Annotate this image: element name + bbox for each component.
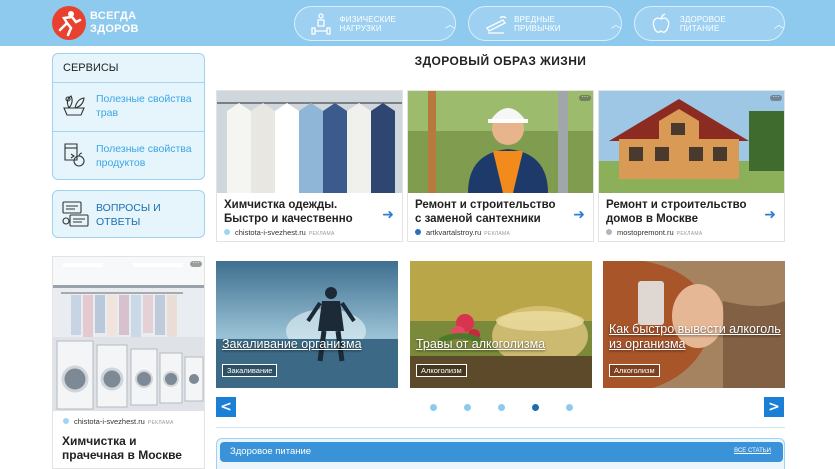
nav-label: ВРЕДНЫЕ ПРИВЫЧКИ — [514, 14, 561, 33]
article-tag[interactable]: Алкоголизм — [416, 364, 467, 377]
shirts-image — [217, 91, 402, 193]
article-caption[interactable]: Закаливание организма — [222, 337, 394, 352]
section-header: Здоровое питание ВСЕ СТАТЬИ — [220, 442, 783, 462]
logo-line-1: ВСЕГДА — [90, 10, 137, 22]
ad-tag: РЕКЛАМА — [676, 231, 703, 237]
slider-next-button[interactable]: > — [764, 397, 784, 417]
dumbbell-icon — [309, 11, 333, 37]
section-healthy-eating: Здоровое питание ВСЕ СТАТЬИ — [216, 438, 785, 469]
slider-dot[interactable] — [464, 404, 471, 411]
favicon-icon — [415, 229, 421, 235]
site-header: ВСЕГДА ЗДОРОВ ФИЗИЧЕСКИЕ НАГРУЗКИ ︿ ВРЕД… — [0, 0, 835, 46]
ad-source: chistota-i-svezhest.ru РЕКЛАМА — [224, 228, 335, 237]
ad-card-dry-cleaning[interactable]: Химчистка одежды. Быстро и качественно ➜… — [216, 90, 403, 242]
sidebar-item-herbs[interactable]: Полезные свойства трав — [53, 84, 204, 132]
favicon-icon — [63, 418, 69, 424]
article-card-herbs-alcoholism[interactable]: Травы от алкоголизма Алкоголизм — [410, 261, 592, 388]
article-card-hardening[interactable]: Закаливание организма Закаливание — [216, 261, 398, 388]
ad-source: artkvartalstroy.ru РЕКЛАМА — [415, 228, 510, 237]
ad-source-domain: chistota-i-svezhest.ru — [74, 417, 145, 426]
ad-tag: РЕКЛАМА — [308, 231, 335, 237]
cigarette-icon — [483, 11, 508, 37]
slider-prev-button[interactable]: < — [216, 397, 236, 417]
favicon-icon — [606, 229, 612, 235]
worker-image: ··· — [408, 91, 593, 193]
nav-bad-habits[interactable]: ВРЕДНЫЕ ПРИВЫЧКИ ︿ — [468, 6, 622, 41]
ad-source-domain: artkvartalstroy.ru — [426, 228, 482, 237]
apple-icon — [649, 11, 674, 37]
divider — [53, 131, 204, 132]
article-tag[interactable]: Закаливание — [222, 364, 278, 377]
ad-source: chistota-i-svezhest.ru РЕКЛАМА — [63, 417, 174, 426]
sidebar-item-label: Полезные свойства продуктов — [96, 143, 192, 169]
chevron-up-icon: ︿ — [774, 20, 784, 31]
article-card-alcohol-removal[interactable]: Как быстро вывести алкоголь из организма… — [603, 261, 785, 388]
arrow-right-icon: ➜ — [764, 207, 776, 223]
qa-label: ВОПРОСЫ И ОТВЕТЫ — [96, 202, 161, 228]
all-articles-link[interactable]: ВСЕ СТАТЬИ — [734, 448, 771, 454]
qa-icon — [61, 200, 91, 228]
section-title: Здоровое питание — [230, 446, 312, 457]
sidebar-ad[interactable]: ··· chistota-i-svezhest.ru РЕКЛАМА Химчис… — [52, 256, 205, 469]
ad-tag: РЕКЛАМА — [147, 420, 174, 426]
herbs-icon — [61, 90, 87, 118]
ad-title: Химчистка одежды. Быстро и качественно — [224, 199, 353, 225]
ad-tag: РЕКЛАМА — [484, 231, 511, 237]
article-caption[interactable]: Травы от алкоголизма — [416, 337, 588, 352]
article-caption[interactable]: Как быстро вывести алкоголь из организма — [609, 322, 781, 352]
ad-title: Химчистка и прачечная в Москве — [62, 434, 182, 462]
slider-dot[interactable] — [498, 404, 505, 411]
slider-dot[interactable] — [566, 404, 573, 411]
chevron-up-icon: ︿ — [611, 20, 621, 31]
article-tag[interactable]: Алкоголизм — [609, 364, 660, 377]
services-title: СЕРВИСЫ — [63, 62, 119, 74]
ad-source-domain: mostopremont.ru — [617, 228, 674, 237]
logo-text: ВСЕГДА ЗДОРОВ — [90, 10, 150, 36]
nav-physical-activity[interactable]: ФИЗИЧЕСКИЕ НАГРУЗКИ ︿ — [294, 6, 456, 41]
slider-dot[interactable] — [430, 404, 437, 411]
ad-title: Ремонт и строительство с заменой сантехн… — [415, 199, 556, 225]
products-icon — [61, 140, 87, 168]
ad-source-domain: chistota-i-svezhest.ru — [235, 228, 306, 237]
sidebar-item-label: Полезные свойства трав — [96, 93, 192, 119]
ad-title: Ремонт и строительство домов в Москве — [606, 199, 747, 225]
divider — [216, 427, 785, 428]
arrow-right-icon: ➜ — [382, 207, 394, 223]
divider — [53, 82, 204, 83]
more-options-icon[interactable]: ··· — [770, 94, 782, 101]
chevron-up-icon: ︿ — [445, 20, 455, 31]
qa-button[interactable]: ВОПРОСЫ И ОТВЕТЫ — [52, 190, 205, 238]
ad-card-plumbing[interactable]: ··· Ремонт и строительство с заменой сан… — [407, 90, 594, 242]
sidebar-item-products[interactable]: Полезные свойства продуктов — [53, 134, 204, 182]
site-logo[interactable]: ВСЕГДА ЗДОРОВ — [52, 6, 142, 40]
ad-source: mostopremont.ru РЕКЛАМА — [606, 228, 703, 237]
nav-label: ФИЗИЧЕСКИЕ НАГРУЗКИ — [339, 14, 397, 33]
favicon-icon — [224, 229, 230, 235]
more-options-icon[interactable]: ··· — [579, 94, 591, 101]
more-options-icon[interactable]: ··· — [190, 260, 202, 267]
slider-dot[interactable] — [532, 404, 539, 411]
services-panel: СЕРВИСЫ Полезные свойства трав Полезные … — [52, 53, 205, 180]
logo-line-2: ЗДОРОВ — [90, 23, 139, 35]
nav-healthy-eating[interactable]: ЗДОРОВОЕ ПИТАНИЕ ︿ — [634, 6, 785, 41]
arrow-right-icon: ➜ — [573, 207, 585, 223]
nav-label: ЗДОРОВОЕ ПИТАНИЕ — [679, 14, 726, 33]
logo-runner-icon — [52, 6, 86, 40]
ad-card-house-building[interactable]: ··· Ремонт и строительство домов в Москв… — [598, 90, 785, 242]
laundry-image: ··· — [53, 257, 204, 411]
house-image: ··· — [599, 91, 784, 193]
page-title: ЗДОРОВЫЙ ОБРАЗ ЖИЗНИ — [414, 54, 587, 68]
